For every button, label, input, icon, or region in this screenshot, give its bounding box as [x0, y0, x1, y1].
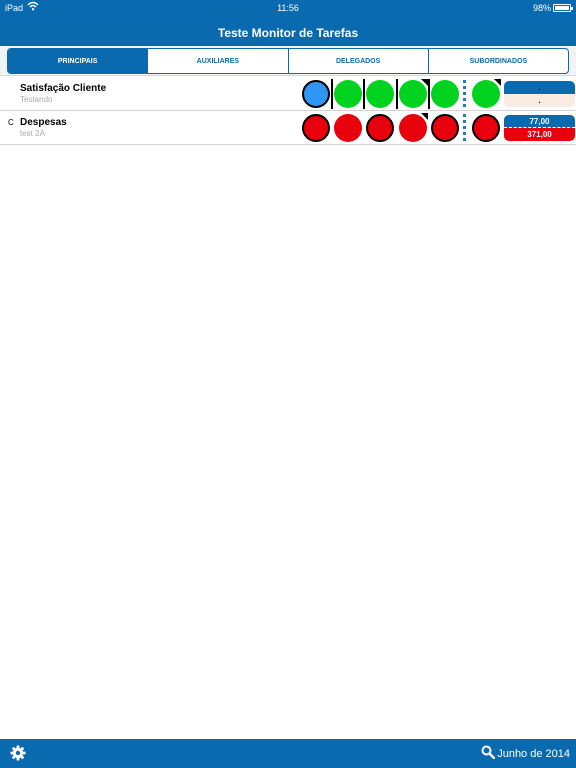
gear-icon[interactable]	[10, 745, 26, 766]
status-indicator[interactable]	[472, 114, 500, 142]
status-indicator[interactable]	[366, 80, 394, 108]
period-label: Junho de 2014	[497, 747, 570, 760]
status-indicator[interactable]	[366, 114, 394, 142]
search-icon	[481, 745, 497, 762]
status-indicator[interactable]	[334, 80, 362, 108]
period-divider	[396, 79, 398, 109]
battery-percent: 98%	[532, 3, 551, 13]
tab-subordinados[interactable]: SUBORDINADOS	[427, 49, 568, 73]
value-target: .	[504, 81, 575, 94]
battery-icon	[553, 4, 573, 12]
period-search-button[interactable]: Junho de 2014	[481, 745, 570, 762]
current-period-divider	[463, 80, 466, 110]
row-title: Despesas	[20, 117, 67, 128]
segmented-control: PRINCIPAIS AUXILIARES DELEGADOS SUBORDIN…	[7, 48, 569, 74]
task-row[interactable]: Satisfação Cliente Testando . .	[0, 77, 576, 111]
status-bar: iPad 11:56 98%	[0, 0, 576, 16]
period-divider	[428, 79, 430, 109]
tab-principais[interactable]: PRINCIPAIS	[8, 49, 148, 73]
page-title: Teste Monitor de Tarefas	[217, 26, 359, 40]
value-target: 77,00	[504, 115, 575, 128]
corner-flag-icon	[421, 79, 428, 86]
row-subtitle: Testando	[20, 95, 53, 104]
status-time: 11:56	[277, 3, 299, 13]
value-box[interactable]: . .	[504, 81, 575, 107]
status-indicator[interactable]	[431, 114, 459, 142]
status-indicator[interactable]	[302, 114, 330, 142]
row-title: Satisfação Cliente	[20, 83, 107, 94]
current-period-divider	[463, 114, 466, 144]
tab-auxiliares[interactable]: AUXILIARES	[147, 49, 287, 73]
row-prefix: C	[8, 118, 14, 127]
corner-flag-icon	[494, 79, 501, 86]
battery-level	[555, 6, 569, 10]
period-divider	[363, 79, 365, 109]
status-indicator[interactable]	[334, 114, 362, 142]
value-box[interactable]: 77,00 371,00	[504, 115, 575, 141]
status-indicator[interactable]	[302, 80, 330, 108]
value-actual: .	[538, 96, 541, 105]
bottom-toolbar: Junho de 2014	[0, 739, 576, 768]
row-subtitle: test 2A	[20, 129, 45, 138]
period-divider	[331, 79, 333, 109]
tab-delegados[interactable]: DELEGADOS	[287, 49, 428, 73]
status-indicator[interactable]	[431, 80, 459, 108]
tab-bar: PRINCIPAIS AUXILIARES DELEGADOS SUBORDIN…	[0, 46, 576, 76]
task-row[interactable]: C Despesas test 2A 77,00 371,00	[0, 111, 576, 145]
corner-flag-icon	[421, 113, 428, 120]
top-bar: iPad 11:56 98% Teste Monitor de Tarefas	[0, 0, 576, 46]
value-actual: 371,00	[527, 130, 552, 139]
